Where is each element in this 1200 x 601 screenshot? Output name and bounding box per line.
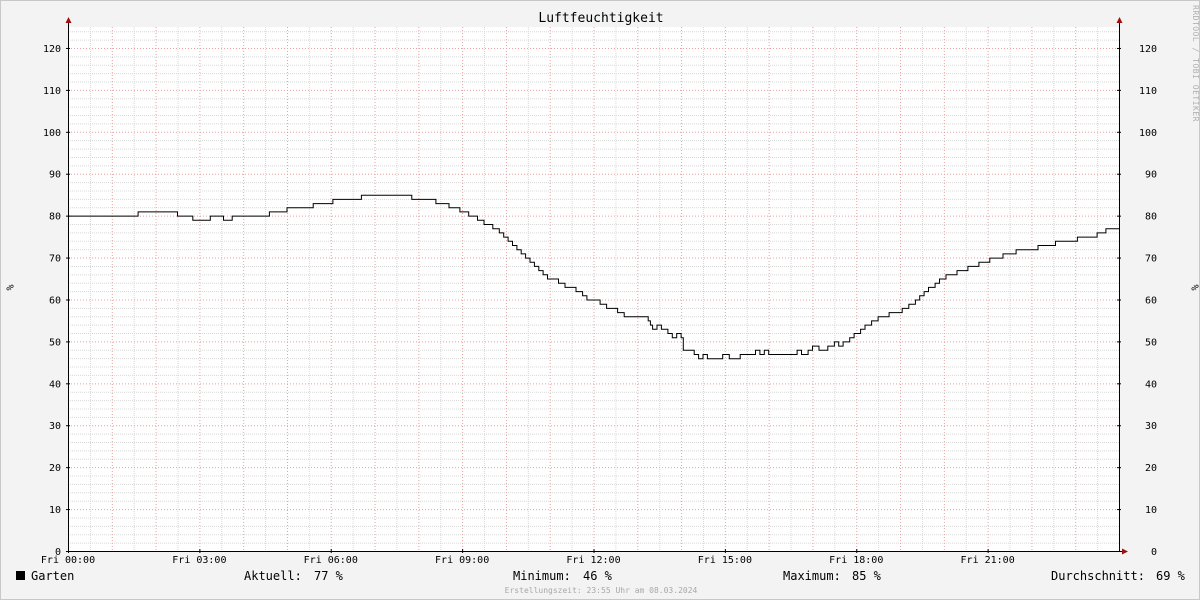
y-tick-label-right: 40 bbox=[1145, 379, 1157, 390]
y-axis-label-right: % bbox=[1188, 284, 1200, 291]
legend-avg-label: Durchschnitt: bbox=[1051, 569, 1145, 583]
chart-frame: 0 0 10 10 20 20 30 30 40 40 50 50 60 60 70 70 80 80 90 90 10… bbox=[0, 0, 1200, 600]
legend-min-label: Minimum: bbox=[513, 569, 571, 583]
legend-max-label: Maximum: bbox=[783, 569, 841, 583]
y-tick-label-left: 10 bbox=[49, 505, 61, 516]
legend-max-value: 85 % bbox=[852, 569, 881, 583]
creation-timestamp: Erstellungszeit: 23:55 Uhr am 08.03.2024 bbox=[504, 586, 698, 595]
legend-avg-value: 69 % bbox=[1156, 569, 1185, 583]
legend-swatch bbox=[16, 571, 25, 580]
x-tick-label: Fri 00:00 bbox=[41, 555, 95, 566]
x-tick-label: Fri 21:00 bbox=[961, 555, 1015, 566]
x-axis-arrow bbox=[1122, 548, 1128, 555]
y-tick-label-right: 0 bbox=[1151, 547, 1157, 558]
y-tick-label-left: 80 bbox=[49, 212, 61, 223]
watermark: RRDTOOL / TOBI OETIKER bbox=[1191, 5, 1200, 122]
y-tick-label-left: 120 bbox=[43, 44, 61, 55]
y-tick-label-right: 90 bbox=[1145, 170, 1157, 181]
y-tick-label-right: 80 bbox=[1145, 212, 1157, 223]
y-tick-label-left: 110 bbox=[43, 86, 61, 97]
y-tick-label-right: 20 bbox=[1145, 463, 1157, 474]
y-tick-label-right: 110 bbox=[1139, 86, 1157, 97]
y-tick-label-left: 40 bbox=[49, 379, 61, 390]
y-tick-label-left: 60 bbox=[49, 295, 61, 306]
y-tick-label-right: 70 bbox=[1145, 254, 1157, 265]
y-tick-label-left: 70 bbox=[49, 254, 61, 265]
y-tick-label-right: 50 bbox=[1145, 337, 1157, 348]
humidity-chart: 0 010 1020 2030 3040 4050 5060 6070 7080 8090 9010… bbox=[41, 17, 1157, 566]
y-tick-label-right: 120 bbox=[1139, 44, 1157, 55]
x-tick-label: Fri 18:00 bbox=[829, 555, 883, 566]
legend-series-name: Garten bbox=[31, 569, 75, 583]
chart-title: Luftfeuchtigkeit bbox=[538, 11, 664, 26]
x-tick-label: Fri 09:00 bbox=[435, 555, 489, 566]
legend-current-label: Aktuell: bbox=[244, 569, 302, 583]
x-tick-label: Fri 06:00 bbox=[304, 555, 358, 566]
legend-min-value: 46 % bbox=[583, 569, 612, 583]
y-tick-label-left: 30 bbox=[49, 421, 61, 432]
x-tick-label: Fri 03:00 bbox=[172, 555, 226, 566]
y-tick-label-left: 50 bbox=[49, 337, 61, 348]
legend-current-value: 77 % bbox=[314, 569, 343, 583]
x-tick-label: Fri 15:00 bbox=[698, 555, 752, 566]
y-tick-label-right: 30 bbox=[1145, 421, 1157, 432]
y-axis-label-left: % bbox=[3, 284, 15, 291]
y-tick-label-left: 100 bbox=[43, 128, 61, 139]
y-tick-label-left: 90 bbox=[49, 170, 61, 181]
y-tick-label-left: 20 bbox=[49, 463, 61, 474]
y-tick-label-right: 10 bbox=[1145, 505, 1157, 516]
x-tick-label: Fri 12:00 bbox=[566, 555, 620, 566]
y-tick-label-right: 100 bbox=[1139, 128, 1157, 139]
y-tick-label-right: 60 bbox=[1145, 295, 1157, 306]
